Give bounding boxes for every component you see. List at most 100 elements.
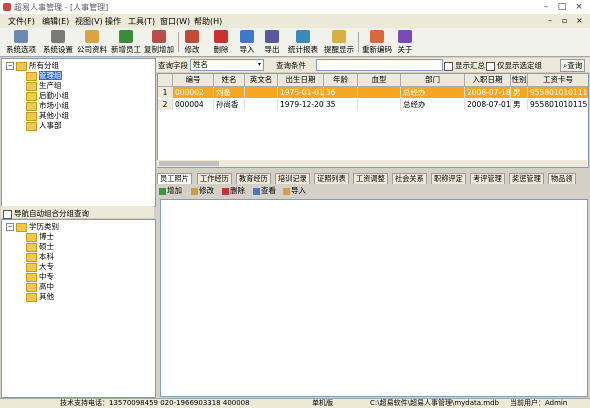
- detail-view-button[interactable]: 查看: [253, 185, 276, 196]
- detail-import-button[interactable]: 导入: [283, 185, 306, 196]
- gear-icon: [14, 30, 28, 43]
- tree-item-education[interactable]: 中专: [26, 272, 54, 282]
- query-condition-label: 查询条件: [276, 61, 306, 70]
- mdi-close-button[interactable]: ×: [576, 16, 583, 25]
- column-header[interactable]: 英文名: [245, 74, 278, 87]
- collapse-icon[interactable]: −: [6, 223, 14, 231]
- import-button[interactable]: 导入: [236, 30, 258, 55]
- column-header[interactable]: 性别: [511, 74, 528, 87]
- minimize-button[interactable]: –: [540, 2, 552, 12]
- show-selected-option[interactable]: 仅显示选定组: [486, 60, 542, 71]
- system-settings-button[interactable]: 系统设置: [40, 30, 76, 55]
- tree-item-education[interactable]: 大专: [26, 262, 54, 272]
- tab-training[interactable]: 培训记录: [275, 173, 310, 184]
- scroll-thumb[interactable]: [159, 161, 219, 166]
- table-row[interactable]: 2 000004 孙尚香 1979-12-20 35 总经办 2008-07-0…: [158, 99, 588, 110]
- company-info-button[interactable]: 公司资料: [76, 30, 108, 55]
- tree-root-all-groups[interactable]: − 所有分组: [6, 61, 59, 71]
- folder-icon: [16, 222, 27, 232]
- tree-item-education[interactable]: 博士: [26, 232, 54, 242]
- menu-help[interactable]: 帮助(H): [194, 16, 222, 27]
- folder-icon: [16, 61, 27, 71]
- tab-photo[interactable]: 员工照片: [157, 173, 192, 184]
- edit-button[interactable]: 修改: [181, 30, 203, 55]
- tab-rewards[interactable]: 奖惩管理: [509, 173, 544, 184]
- tab-work-history[interactable]: 工作经历: [197, 173, 232, 184]
- column-header[interactable]: 部门: [401, 74, 465, 87]
- detail-edit-button[interactable]: 修改: [191, 185, 214, 196]
- app-icon: [3, 3, 11, 11]
- show-summary-option[interactable]: 显示汇总: [444, 60, 485, 71]
- tree-item-group[interactable]: 人事部: [26, 121, 62, 131]
- menu-tools[interactable]: 工具(T): [128, 16, 155, 27]
- tree-item-education[interactable]: 硕士: [26, 242, 54, 252]
- recode-button[interactable]: 重新编码: [360, 30, 394, 55]
- report-button[interactable]: 统计报表: [286, 30, 320, 55]
- menu-operate[interactable]: 操作: [105, 16, 121, 27]
- column-header[interactable]: 姓名: [214, 74, 245, 87]
- search-button[interactable]: ⌕查询: [560, 59, 586, 72]
- checkbox-icon[interactable]: [3, 209, 12, 219]
- column-header[interactable]: 年龄: [324, 74, 358, 87]
- tree-item-group[interactable]: 管理组: [26, 71, 62, 81]
- column-header[interactable]: 出生日期: [278, 74, 324, 87]
- copy-icon: [152, 30, 166, 43]
- menu-bar: 文件(F) 编辑(E) 视图(V) 操作 工具(T) 窗口(W) 帮助(H) –…: [0, 14, 590, 28]
- about-button[interactable]: 关于: [396, 30, 414, 55]
- add-employee-button[interactable]: 新增员工: [110, 30, 142, 55]
- close-button[interactable]: ×: [573, 2, 585, 12]
- detail-add-button[interactable]: 增加: [159, 185, 182, 196]
- copy-add-button[interactable]: 复制增加: [142, 30, 176, 55]
- tab-evaluation[interactable]: 考评管理: [470, 173, 505, 184]
- horizontal-scrollbar[interactable]: [157, 160, 587, 167]
- folder-icon: [26, 282, 37, 292]
- folder-icon: [26, 81, 37, 91]
- export-button[interactable]: 导出: [261, 30, 283, 55]
- maximize-button[interactable]: □: [556, 2, 568, 12]
- toolbar-separator: [358, 32, 359, 52]
- tree-item-group[interactable]: 市场小组: [26, 101, 69, 111]
- company-icon: [85, 30, 99, 43]
- tab-education[interactable]: 教育经历: [236, 173, 271, 184]
- column-header[interactable]: 工资卡号: [528, 74, 588, 87]
- delete-icon: [214, 30, 228, 43]
- delete-button[interactable]: 删除: [210, 30, 232, 55]
- checkbox-icon[interactable]: [444, 61, 453, 71]
- tree-item-group[interactable]: 其他小组: [26, 111, 69, 121]
- query-condition-input[interactable]: [316, 59, 443, 71]
- alert-display-button[interactable]: 提醒显示: [322, 30, 356, 55]
- tab-certificates[interactable]: 证照列表: [314, 173, 349, 184]
- tab-items[interactable]: 物品领: [548, 173, 576, 184]
- tree-root-education[interactable]: − 学历类别: [6, 222, 59, 232]
- tree-item-education[interactable]: 其他: [26, 292, 54, 302]
- import-icon: [283, 187, 290, 195]
- tree-item-education[interactable]: 高中: [26, 282, 54, 292]
- column-header[interactable]: 入职日期: [465, 74, 511, 87]
- column-header[interactable]: 血型: [358, 74, 401, 87]
- folder-icon: [26, 91, 37, 101]
- system-options-button[interactable]: 系统选项: [3, 30, 39, 55]
- table-row[interactable]: 1 000002 刘备 1975-01-01 36 总经办 2008-07-18…: [158, 87, 588, 98]
- tab-relations[interactable]: 社会关系: [392, 173, 427, 184]
- menu-view[interactable]: 视图(V): [75, 16, 103, 27]
- tree-item-group[interactable]: 后勤小组: [26, 91, 69, 101]
- column-header[interactable]: 编号: [173, 74, 214, 87]
- tab-titles[interactable]: 职称评定: [431, 173, 466, 184]
- auto-group-option[interactable]: 导航自动组合分组查询: [1, 206, 154, 219]
- collapse-icon[interactable]: −: [6, 62, 14, 70]
- menu-file[interactable]: 文件(F): [8, 16, 35, 27]
- tree-item-group[interactable]: 生产组: [26, 81, 62, 91]
- recode-icon: [370, 30, 384, 43]
- tree-item-education[interactable]: 本科: [26, 252, 54, 262]
- mdi-minimize-button[interactable]: –: [548, 16, 552, 25]
- menu-window[interactable]: 窗口(W): [160, 16, 190, 27]
- menu-edit[interactable]: 编辑(E): [42, 16, 69, 27]
- checkbox-icon[interactable]: [486, 61, 495, 71]
- query-field-select[interactable]: 姓名 ▾: [190, 59, 264, 71]
- mdi-restore-button[interactable]: ▫: [562, 16, 567, 25]
- folder-icon: [26, 71, 37, 81]
- detail-delete-button[interactable]: 删除: [222, 185, 245, 196]
- query-bar: 查询字段 姓名 ▾ 查询条件 显示汇总 仅显示选定组 ⌕查询: [156, 58, 590, 72]
- tab-salary-adjust[interactable]: 工资调整: [353, 173, 388, 184]
- query-field-label: 查询字段: [158, 61, 188, 70]
